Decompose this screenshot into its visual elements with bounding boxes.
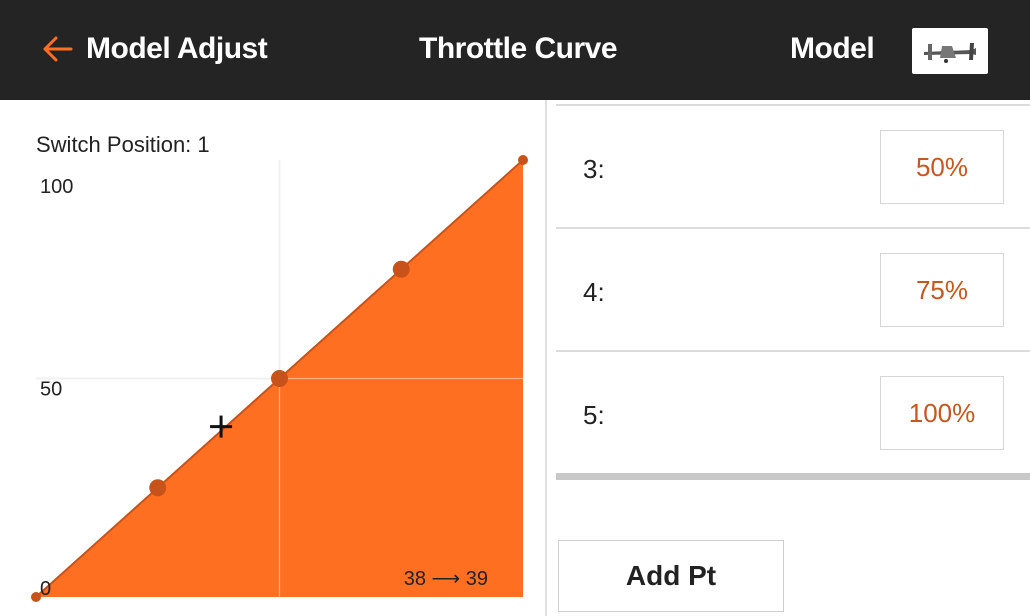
curve-point-5[interactable] <box>518 155 528 165</box>
value-readout: 38 ⟶ 39 <box>404 568 488 590</box>
point-label: 3: <box>583 154 605 184</box>
list-scroll-bar[interactable] <box>556 473 1030 480</box>
curve-point-4[interactable] <box>392 260 410 278</box>
y-tick-label-50: 50 <box>40 379 62 401</box>
point-row-4[interactable]: 4: 75% <box>556 229 1030 351</box>
back-label: Model Adjust <box>86 32 268 65</box>
model-label[interactable]: Model <box>790 32 875 66</box>
back-button[interactable]: Model Adjust <box>40 32 268 66</box>
throttle-curve-chart[interactable]: 100 50 0 38 ⟶ 39 <box>0 100 545 616</box>
y-tick-label-0: 0 <box>40 578 51 600</box>
arrow-left-icon <box>43 36 73 62</box>
y-tick-label-100: 100 <box>40 176 73 198</box>
point-value-field[interactable]: 100% <box>880 376 1004 450</box>
curve-point-2[interactable] <box>149 479 167 497</box>
point-label: 5: <box>583 400 605 430</box>
model-thumbnail[interactable] <box>912 28 988 74</box>
point-label: 4: <box>583 277 605 307</box>
point-value-field[interactable]: 75% <box>880 253 1004 327</box>
top-bar: Model Adjust Throttle Curve Model <box>0 0 1030 100</box>
point-row-5[interactable]: 5: 100% <box>556 352 1030 474</box>
add-point-button[interactable]: Add Pt <box>558 540 784 612</box>
point-row-3[interactable]: 3: 50% <box>556 106 1030 228</box>
airplane-icon <box>924 43 976 63</box>
curve-point-3[interactable] <box>271 370 288 387</box>
page-title: Throttle Curve <box>419 32 618 65</box>
point-value-field[interactable]: 50% <box>880 130 1004 204</box>
